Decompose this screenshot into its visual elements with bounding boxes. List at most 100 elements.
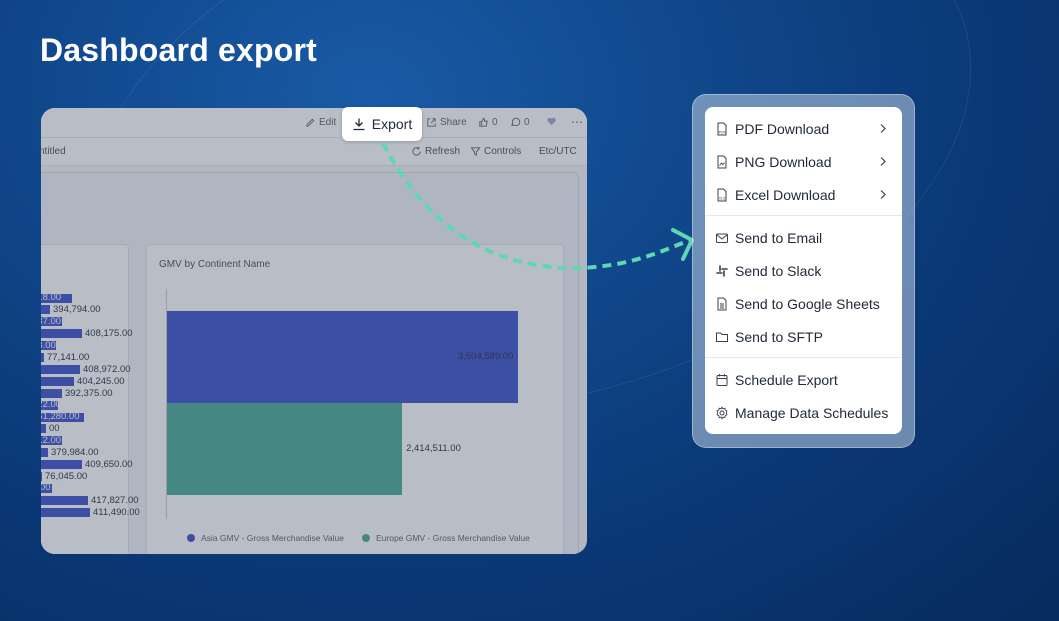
left-chart-value-label: 2.00: [41, 482, 51, 494]
dashboard-toolbar: Edit Share 0 0 ⋯: [41, 108, 587, 138]
menu-item-label: Manage Data Schedules: [735, 404, 889, 421]
left-chart-value-label: 411,490.00: [93, 506, 140, 518]
gear-icon: [716, 405, 728, 420]
left-chart-bar-row: 408,175.00: [41, 328, 133, 340]
left-chart-bar-row: 409,650.00: [41, 459, 133, 471]
left-chart-value-label: 392,375.00: [65, 387, 113, 399]
share-label: Share: [440, 117, 467, 128]
controls-label: Controls: [484, 146, 522, 157]
menu-item-excel-download[interactable]: XLS Excel Download: [705, 178, 902, 211]
refresh-button[interactable]: Refresh: [411, 146, 460, 157]
menu-item-manage-data-schedules[interactable]: Manage Data Schedules: [705, 396, 902, 429]
download-icon: [353, 118, 365, 131]
left-chart-value-label: 417,827.00: [91, 494, 139, 506]
chevron-right-icon: [880, 190, 886, 199]
left-chart-bar-row: 404,245.00: [41, 375, 125, 387]
left-chart-value-label: 218.00: [41, 292, 62, 303]
left-chart-bar: [41, 305, 50, 315]
menu-item-schedule-export[interactable]: Schedule Export: [705, 363, 902, 396]
left-chart-value-label: 212.00: [41, 434, 62, 446]
left-chart-value-label: 408,972.00: [83, 363, 131, 375]
left-chart-bar-row: 337.00: [41, 315, 62, 327]
dashboard-name: ntitled: [41, 146, 66, 157]
thumbs-up-icon: [479, 117, 488, 127]
left-chart-value-label: 409,650.00: [85, 459, 133, 471]
chart-data-label: 3,604,589.00: [457, 351, 514, 362]
slack-icon: [716, 264, 728, 277]
refresh-icon: [412, 146, 421, 156]
share-button[interactable]: Share: [426, 117, 467, 128]
refresh-label: Refresh: [425, 146, 461, 157]
heart-icon: [547, 117, 556, 126]
menu-item-label: Send to Slack: [735, 262, 822, 279]
left-chart-value-label: 461,280.00: [41, 411, 80, 422]
edit-button[interactable]: Edit: [305, 117, 336, 128]
left-chart-value-label: 379,984.00: [51, 447, 99, 459]
left-chart-bar-row: 2.00: [41, 483, 52, 493]
left-chart-bar-row: 76,045.00: [41, 471, 88, 482]
menu-item-label: Schedule Export: [735, 371, 838, 388]
comment-button[interactable]: 0: [510, 117, 530, 128]
left-chart-value-label: 394,794.00: [53, 304, 101, 316]
left-chart-value-label: 03.00: [41, 339, 56, 351]
left-chart-value-label: 76,045.00: [45, 471, 88, 482]
export-button[interactable]: Export: [342, 107, 422, 141]
menu-divider: [705, 357, 902, 358]
left-chart-bar: [41, 376, 74, 386]
legend-dot: [361, 534, 370, 542]
left-chart-bar-row: 212.00: [41, 434, 62, 446]
menu-item-png-download[interactable]: PNG Download: [705, 145, 902, 178]
svg-text:XLS: XLS: [719, 196, 726, 200]
left-chart-bar-row: 411,490.00: [41, 506, 140, 518]
menu-item-label: PDF Download: [735, 120, 830, 137]
menu-item-label: PNG Download: [735, 153, 832, 170]
menu-item-send-slack[interactable]: Send to Slack: [705, 254, 902, 287]
left-chart-bar: [41, 388, 62, 398]
legend-item-asia[interactable]: Asia GMV - Gross Merchandise Value: [187, 533, 344, 543]
controls-button[interactable]: Controls: [470, 146, 521, 157]
menu-item-send-email[interactable]: Send to Email: [705, 221, 902, 254]
left-chart-bar-row: 417,827.00: [41, 494, 139, 506]
left-chart-bar-row: 022.00: [41, 400, 61, 410]
dashboard-subbar: ntitled Refresh Controls Etc/UTC: [41, 138, 587, 166]
envelope-icon: [716, 233, 728, 243]
left-chart-bar: [41, 495, 88, 505]
folder-icon: [716, 332, 728, 342]
left-chart-bar-row: 392,375.00: [41, 387, 113, 399]
left-chart-bar-row: 461,280.00: [41, 412, 84, 422]
left-chart-bar: [41, 472, 42, 481]
left-chart-bar: [41, 507, 90, 517]
filter-icon: [470, 147, 481, 156]
share-icon: [427, 118, 436, 127]
timezone-selector[interactable]: Etc/UTC: [539, 146, 577, 157]
left-chart-bar: [41, 424, 46, 434]
left-chart-value-label: 404,245.00: [77, 375, 125, 387]
menu-divider: [705, 215, 902, 216]
svg-text:PDF: PDF: [719, 130, 727, 134]
legend-item-europe[interactable]: Europe GMV - Gross Merchandise Value: [361, 533, 530, 543]
calendar-icon: [716, 373, 728, 386]
menu-item-send-sftp[interactable]: Send to SFTP: [705, 320, 902, 353]
pencil-icon: [306, 118, 315, 127]
left-chart-value-label: 408,175.00: [85, 328, 133, 340]
like-button[interactable]: 0: [478, 117, 498, 128]
left-chart-value-label: 337.00: [41, 315, 62, 327]
menu-item-label: Send to Email: [735, 229, 823, 246]
more-options-icon[interactable]: ⋯: [571, 115, 583, 129]
favorite-button[interactable]: [546, 116, 557, 127]
left-chart-bar-row: 218.00: [41, 293, 72, 303]
chevron-right-icon: [880, 157, 886, 166]
chart-legend: Asia GMV - Gross Merchandise Value Europ…: [187, 533, 530, 543]
export-label: Export: [371, 116, 413, 132]
legend-dot: [187, 534, 195, 542]
menu-item-send-google-sheets[interactable]: Send to Google Sheets: [705, 287, 902, 320]
gmv-chart-card: GMV by Continent Name 3,604,589.00 2,414,…: [146, 244, 564, 554]
chart-title: GMV by Continent Name: [159, 259, 271, 270]
menu-item-label: Send to Google Sheets: [735, 295, 880, 312]
menu-item-pdf-download[interactable]: PDF PDF Download: [705, 112, 902, 145]
chart-bar-europe[interactable]: [167, 403, 403, 495]
left-chart-value-label: 00: [49, 423, 60, 435]
left-chart-bar-row: 394,794.00: [41, 304, 101, 316]
chart-data-label: 2,414,511.00: [406, 443, 461, 454]
left-chart-bar-row: 408,972.00: [41, 363, 131, 375]
